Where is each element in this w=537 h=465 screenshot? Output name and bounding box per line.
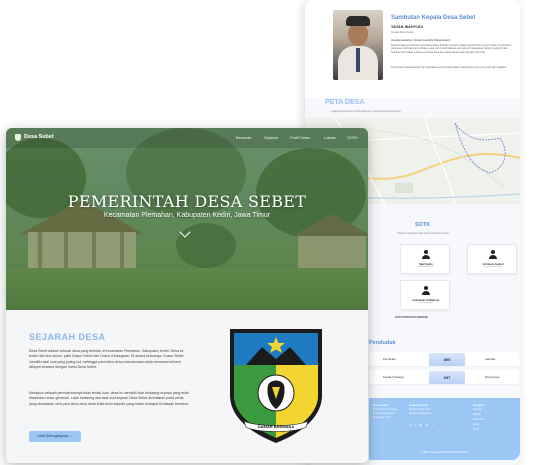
- footer-nav-link[interactable]: Profil Desa: [473, 419, 484, 421]
- penduduk-label: Kepala Keluarga: [383, 375, 404, 379]
- footer-heading: Hubungi Kami: [409, 403, 428, 407]
- sejarah-paragraph: Meskipun wilayah permukimannya tidak ter…: [29, 391, 189, 406]
- sambutan-title: Sambutan Kepala Desa Sebet: [391, 15, 476, 21]
- footer-nav-link[interactable]: Beranda: [473, 409, 482, 411]
- sotk-full-structure-link[interactable]: LIHAT STRUKTUR LENGKAP: [395, 316, 428, 319]
- sotk-card[interactable]: Sapi'yanto Sekretaris Desa: [400, 244, 450, 274]
- sotk-title: SOTK: [415, 222, 431, 228]
- sejarah-paragraph: Desa Sebet adalah sebuah desa yang terle…: [29, 349, 184, 369]
- footer-email[interactable]: desasebet@gmail.com: [409, 413, 432, 415]
- penduduk-value: 895: [443, 356, 451, 362]
- nav-link-lokasi[interactable]: Lokasi: [324, 135, 336, 140]
- nav-link-sejarah[interactable]: Sejarah: [264, 135, 278, 140]
- kepala-desa-name: YAYAN WAHYUDI: [391, 25, 424, 29]
- footer-nav-link[interactable]: Lokasi: [473, 424, 480, 426]
- penduduk-row: Kepala Keluarga 937 Perempuan: [369, 370, 519, 385]
- penduduk-value: 937: [443, 374, 451, 380]
- main-page-preview: Desa Sebet Beranda Sejarah Profil Desa L…: [6, 128, 368, 463]
- shield-logo-icon[interactable]: [15, 134, 21, 141]
- nav-link-sotk[interactable]: SOTK: [347, 135, 358, 140]
- kepala-desa-role: Kepala Desa Sebet: [391, 31, 414, 34]
- footer-nav-link[interactable]: SOTK: [473, 429, 479, 431]
- user-icon: [489, 250, 497, 259]
- sotk-role: Sekretaris Desa: [418, 266, 434, 268]
- penduduk-title: Penduduk: [369, 340, 396, 346]
- hero-section: Desa Sebet Beranda Sejarah Profil Desa L…: [6, 128, 368, 310]
- footer-heading: Navigasi: [473, 403, 485, 407]
- penduduk-label: Penduduk: [383, 357, 396, 361]
- kediri-regency-emblem: DAMAR BREMANA: [230, 329, 322, 443]
- penduduk-label: Laki-laki: [485, 357, 496, 361]
- sotk-card[interactable]: Achmad Justari Kasi Pemerintahan: [467, 244, 517, 274]
- sambutan-greeting: Assalamualaikum Warahmatullahi Wabarakat…: [391, 38, 451, 42]
- sotk-role: Kasi Pemerintahan: [483, 266, 503, 268]
- screenshot-collage: Sambutan Kepala Desa Sebet YAYAN WAHYUDI…: [0, 0, 537, 465]
- penduduk-row: Penduduk 895 Laki-laki: [369, 352, 519, 367]
- peta-title: PETA DESA: [325, 99, 365, 106]
- social-icons[interactable]: ◎ f ▶ ✉ ♪: [409, 423, 435, 427]
- penduduk-label: Perempuan: [485, 375, 500, 379]
- peta-subtitle: Lokasi Desa Sebet di Peta Dengan Inovasi…: [331, 110, 401, 113]
- sotk-role: Kaur Keuangan: [418, 302, 434, 304]
- kepala-desa-photo: [333, 10, 383, 80]
- footer-copyright: © 2024 · Powered by Pemerintah Desa Sebe…: [421, 452, 468, 454]
- emblem-motto: DAMAR BREMANA: [258, 424, 295, 429]
- sambutan-paragraph: Selamat datang di website resmi Desa Seb…: [391, 44, 512, 54]
- hero-subtitle: Kecamatan Plemahan, Kabupaten Kediri, Ja…: [103, 212, 271, 219]
- nav-link-profil-desa[interactable]: Profil Desa: [290, 135, 310, 140]
- user-icon: [422, 250, 430, 259]
- footer-phone[interactable]: (0354) 123456 Sebet: [409, 409, 431, 411]
- top-navbar: Desa Sebet Beranda Sejarah Profil Desa L…: [6, 128, 368, 148]
- site-brand[interactable]: Desa Sebet: [24, 134, 54, 140]
- hero-title: PEMERINTAH DESA SEBET: [67, 192, 307, 211]
- sambutan-paragraph: Terima kasih atas dukungan dan partisipa…: [391, 66, 508, 69]
- sotk-card[interactable]: Gunawan Al-Mansur Kaur Keuangan: [400, 280, 450, 310]
- site-footer: Desa Sebet Pemerintah Desa Sebet Kecamat…: [369, 398, 520, 460]
- user-icon: [422, 286, 430, 295]
- nav-link-beranda[interactable]: Beranda: [236, 135, 251, 140]
- sambutan-section: Sambutan Kepala Desa Sebet YAYAN WAHYUDI…: [305, 0, 520, 98]
- sejarah-title: SEJARAH DESA: [29, 332, 106, 342]
- footer-nav-link[interactable]: Sejarah: [473, 414, 481, 416]
- footer-heading: Desa Sebet: [373, 403, 389, 407]
- read-more-button[interactable]: Lihat Selengkapnya →: [29, 431, 81, 442]
- sotk-subtitle: Struktur Organisasi dan Tata Kerja Desa …: [397, 232, 449, 235]
